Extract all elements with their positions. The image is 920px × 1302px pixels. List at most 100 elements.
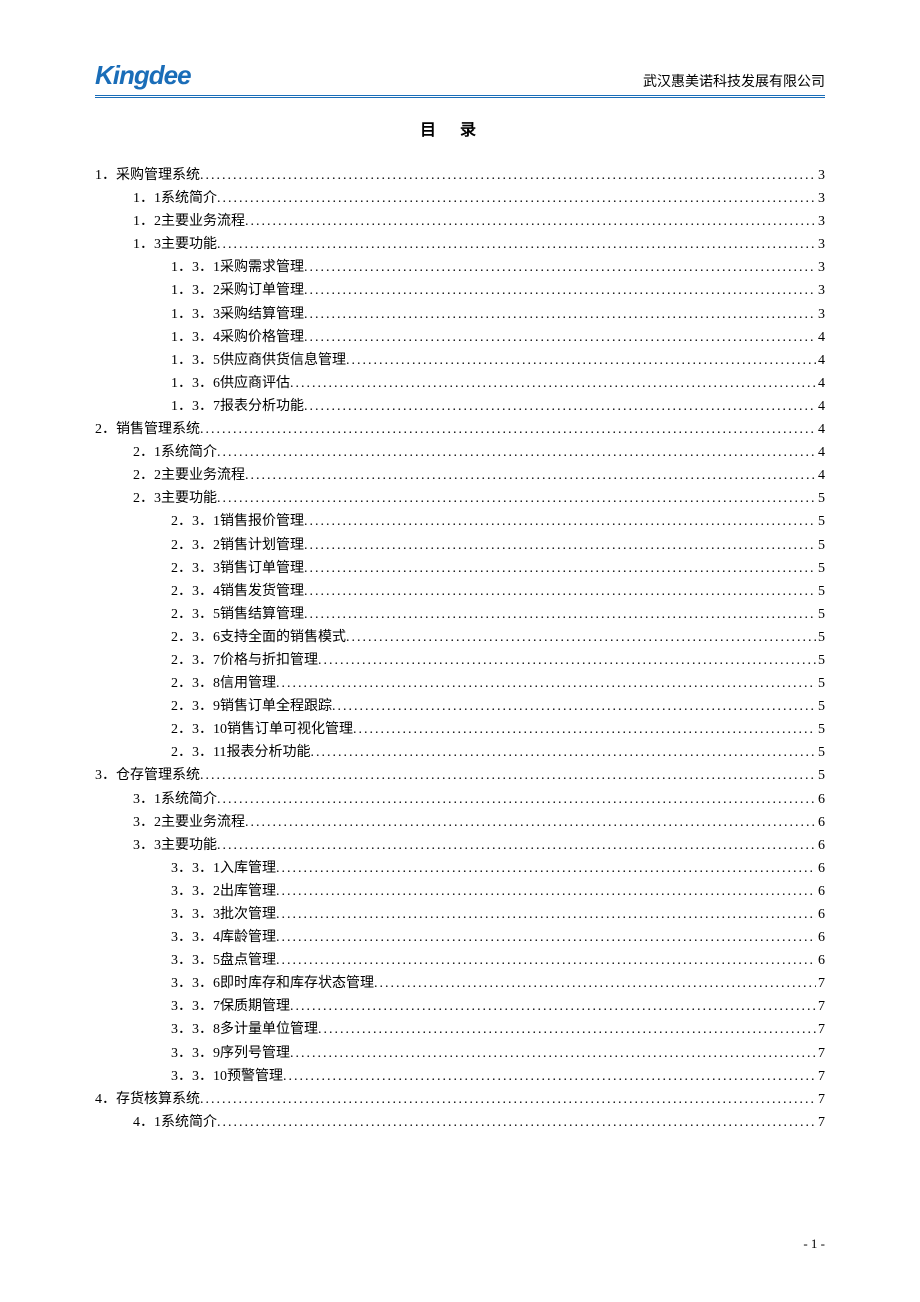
toc-entry[interactable]: 4．存货核算系统7 — [95, 1088, 825, 1111]
toc-leader-dots — [304, 580, 816, 603]
toc-entry[interactable]: 3．3．2 出库管理6 — [95, 880, 825, 903]
toc-leader-dots — [304, 256, 816, 279]
toc-entry[interactable]: 2．3．8 信用管理5 — [95, 672, 825, 695]
toc-title: 目录 — [95, 116, 825, 140]
toc-entry-page: 7 — [816, 1088, 825, 1111]
toc-entry[interactable]: 1．3．6 供应商评估4 — [95, 372, 825, 395]
toc-entry-label: 保质期管理 — [220, 995, 290, 1018]
toc-entry[interactable]: 3．3 主要功能6 — [95, 834, 825, 857]
toc-entry-number: 1．2 — [133, 210, 161, 233]
toc-entry-number: 3．2 — [133, 811, 161, 834]
toc-entry-label: 供应商评估 — [220, 372, 290, 395]
toc-entry[interactable]: 3．1 系统简介6 — [95, 788, 825, 811]
toc-leader-dots — [318, 1018, 816, 1041]
toc-entry[interactable]: 2．销售管理系统4 — [95, 418, 825, 441]
toc-entry-label: 销售报价管理 — [220, 510, 304, 533]
toc-entry[interactable]: 1．3．7 报表分析功能4 — [95, 395, 825, 418]
toc-entry[interactable]: 1．3．5 供应商供货信息管理4 — [95, 349, 825, 372]
toc-entry-label: 销售订单全程跟踪 — [220, 695, 332, 718]
toc-entry-page: 5 — [816, 626, 825, 649]
toc-entry-number: 2．3．7 — [171, 649, 220, 672]
kingdee-logo: Kingdee — [95, 60, 191, 91]
toc-entry-page: 3 — [816, 256, 825, 279]
toc-entry[interactable]: 4．1 系统简介7 — [95, 1111, 825, 1134]
toc-entry[interactable]: 1．2 主要业务流程3 — [95, 210, 825, 233]
toc-entry-label: 销售订单管理 — [220, 557, 304, 580]
toc-entry[interactable]: 3．3．8 多计量单位管理7 — [95, 1018, 825, 1041]
toc-leader-dots — [304, 326, 816, 349]
toc-entry-page: 3 — [816, 303, 825, 326]
toc-entry-page: 5 — [816, 580, 825, 603]
toc-entry[interactable]: 2．3．10 销售订单可视化管理5 — [95, 718, 825, 741]
toc-entry-label: 系统简介 — [161, 788, 217, 811]
toc-leader-dots — [245, 464, 816, 487]
toc-entry[interactable]: 3．仓存管理系统5 — [95, 764, 825, 787]
toc-entry[interactable]: 2．3．1 销售报价管理5 — [95, 510, 825, 533]
toc-entry-page: 7 — [816, 972, 825, 995]
toc-entry-label: 采购需求管理 — [220, 256, 304, 279]
toc-entry[interactable]: 2．3．9 销售订单全程跟踪5 — [95, 695, 825, 718]
toc-entry[interactable]: 2．3．5 销售结算管理5 — [95, 603, 825, 626]
toc-entry-page: 4 — [816, 372, 825, 395]
toc-leader-dots — [200, 764, 816, 787]
toc-entry[interactable]: 3．3．5 盘点管理6 — [95, 949, 825, 972]
toc-entry[interactable]: 3．3．4 库龄管理6 — [95, 926, 825, 949]
document-page: Kingdee 武汉惠美诺科技发展有限公司 目录 1．采购管理系统31．1 系统… — [0, 0, 920, 1174]
toc-entry-label: 销售计划管理 — [220, 534, 304, 557]
toc-entry-page: 3 — [816, 233, 825, 256]
toc-entry[interactable]: 3．3．10 预警管理7 — [95, 1065, 825, 1088]
toc-leader-dots — [217, 1111, 816, 1134]
toc-entry[interactable]: 1．采购管理系统3 — [95, 164, 825, 187]
toc-entry[interactable]: 1．3．2 采购订单管理3 — [95, 279, 825, 302]
toc-entry-number: 2．3．1 — [171, 510, 220, 533]
toc-entry[interactable]: 3．3．6 即时库存和库存状态管理7 — [95, 972, 825, 995]
toc-entry-number: 1．3 — [133, 233, 161, 256]
toc-entry[interactable]: 2．3 主要功能5 — [95, 487, 825, 510]
toc-entry[interactable]: 3．3．7 保质期管理7 — [95, 995, 825, 1018]
toc-entry[interactable]: 3．3．3 批次管理6 — [95, 903, 825, 926]
toc-leader-dots — [276, 926, 816, 949]
toc-entry-number: 3．3．3 — [171, 903, 220, 926]
toc-entry-label: 价格与折扣管理 — [220, 649, 318, 672]
toc-entry[interactable]: 1．3 主要功能3 — [95, 233, 825, 256]
toc-entry[interactable]: 2．3．2 销售计划管理5 — [95, 534, 825, 557]
toc-leader-dots — [304, 279, 816, 302]
toc-leader-dots — [217, 487, 816, 510]
page-number: - 1 - — [803, 1236, 825, 1251]
toc-entry-label: 库龄管理 — [220, 926, 276, 949]
page-footer: - 1 - — [803, 1236, 825, 1252]
toc-entry-page: 4 — [816, 441, 825, 464]
toc-entry-number: 1．3．4 — [171, 326, 220, 349]
toc-entry[interactable]: 1．1 系统简介3 — [95, 187, 825, 210]
toc-entry[interactable]: 2．3．4 销售发货管理5 — [95, 580, 825, 603]
toc-entry[interactable]: 1．3．3 采购结算管理3 — [95, 303, 825, 326]
toc-entry[interactable]: 2．3．3 销售订单管理5 — [95, 557, 825, 580]
toc-entry-label: 预警管理 — [227, 1065, 283, 1088]
toc-leader-dots — [245, 811, 816, 834]
toc-entry-number: 2．3．3 — [171, 557, 220, 580]
toc-leader-dots — [245, 210, 816, 233]
toc-entry-number: 3．3．7 — [171, 995, 220, 1018]
toc-entry[interactable]: 2．2 主要业务流程4 — [95, 464, 825, 487]
toc-entry-page: 7 — [816, 1065, 825, 1088]
toc-leader-dots — [304, 395, 816, 418]
toc-leader-dots — [304, 534, 816, 557]
toc-entry[interactable]: 2．3．6 支持全面的销售模式5 — [95, 626, 825, 649]
toc-entry-page: 5 — [816, 603, 825, 626]
toc-leader-dots — [283, 1065, 816, 1088]
toc-entry[interactable]: 2．1 系统简介4 — [95, 441, 825, 464]
toc-entry[interactable]: 3．3．1 入库管理6 — [95, 857, 825, 880]
toc-entry[interactable]: 1．3．4 采购价格管理4 — [95, 326, 825, 349]
toc-entry[interactable]: 1．3．1 采购需求管理3 — [95, 256, 825, 279]
toc-entry-page: 5 — [816, 741, 825, 764]
toc-entry[interactable]: 3．2 主要业务流程6 — [95, 811, 825, 834]
toc-entry-page: 4 — [816, 395, 825, 418]
toc-entry[interactable]: 2．3．7 价格与折扣管理5 — [95, 649, 825, 672]
toc-leader-dots — [217, 233, 816, 256]
toc-entry-label: 主要业务流程 — [161, 210, 245, 233]
toc-leader-dots — [374, 972, 816, 995]
toc-entry[interactable]: 3．3．9 序列号管理7 — [95, 1042, 825, 1065]
toc-leader-dots — [217, 441, 816, 464]
toc-entry[interactable]: 2．3．11 报表分析功能5 — [95, 741, 825, 764]
toc-entry-number: 1．3．3 — [171, 303, 220, 326]
